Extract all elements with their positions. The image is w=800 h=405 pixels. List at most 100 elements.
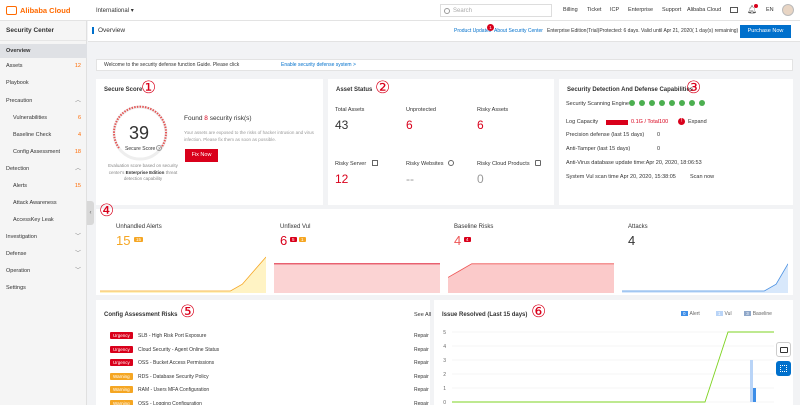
sidebar-item-settings[interactable]: Settings xyxy=(0,281,87,295)
risk-level-tag: Urgency xyxy=(110,359,133,366)
series-line-baseline xyxy=(452,331,774,403)
table-row: Urgency SLB - High Risk Port Exposure Repa… xyxy=(96,330,430,343)
help-icon[interactable]: ? xyxy=(156,145,162,151)
scan-now-link[interactable]: Scan now xyxy=(690,174,714,180)
main-content: Overview Product Updates 1 About Securit… xyxy=(88,21,800,405)
engine-search-icon[interactable] xyxy=(679,100,685,106)
sidebar-item-count: 6 xyxy=(77,115,81,121)
risk-name[interactable]: RAM - Users MFA Configuration xyxy=(138,387,209,393)
nav-icp[interactable]: ICP xyxy=(610,7,619,13)
engine-process-icon[interactable] xyxy=(629,100,635,106)
total-assets-label: Total Assets xyxy=(335,107,365,113)
nav-billing[interactable]: Billing xyxy=(563,7,578,13)
nav-ticket[interactable]: Ticket xyxy=(587,7,601,13)
alibaba-cloud-logo[interactable]: Alibaba Cloud xyxy=(6,6,70,15)
legend-item-baseline[interactable]: 3 Baseline xyxy=(744,311,772,317)
secure-score-value: 39 xyxy=(129,123,150,143)
table-row: Warning RAM - Users MFA Configuration Repa… xyxy=(96,384,430,397)
cloud-product-icon xyxy=(535,160,541,166)
purchase-now-button[interactable]: Purchase Now xyxy=(740,25,791,38)
sidebar-item-config-assessment[interactable]: Config Assessment 18 xyxy=(0,145,87,159)
risk-name[interactable]: SLB - High Risk Port Exposure xyxy=(138,333,206,339)
stat-unfixed-vul[interactable]: Unfixed Vul 6 5 1 xyxy=(270,209,444,295)
repair-link[interactable]: Repair xyxy=(414,347,429,353)
risk-name[interactable]: OSS - Logging Configuration xyxy=(138,401,202,405)
enable-defense-link[interactable]: Enable security defense system > xyxy=(281,62,356,68)
chat-button[interactable] xyxy=(776,342,791,357)
risky-server-value[interactable]: 12 xyxy=(335,172,348,186)
legend-item-vul[interactable]: 1 Vul xyxy=(716,311,732,317)
sidebar-item-baseline-check[interactable]: Baseline Check 4 xyxy=(0,128,87,142)
risky-assets-value[interactable]: 6 xyxy=(477,118,484,132)
sidebar-item-detection[interactable]: Detection ︿ xyxy=(0,162,87,176)
engine-host-icon[interactable] xyxy=(669,100,675,106)
stat-attacks[interactable]: Attacks 4 xyxy=(618,209,792,295)
y-tick-label: 3 xyxy=(443,358,446,364)
sidebar-item-alerts[interactable]: Alerts 15 xyxy=(0,179,87,193)
anti-tamper-label: Anti-Tamper (last 15 days) xyxy=(566,146,631,152)
unprotected-value[interactable]: 6 xyxy=(406,118,413,132)
sidebar-item-attack-awareness[interactable]: Attack Awareness xyxy=(0,196,87,210)
repair-link[interactable]: Repair xyxy=(414,374,429,380)
sidebar-item-label: Investigation xyxy=(6,234,37,240)
risk-name[interactable]: RDS - Database Security Policy xyxy=(138,374,209,380)
legend-item-alert[interactable]: 0 Alert xyxy=(681,311,700,317)
user-avatar[interactable] xyxy=(782,4,794,16)
stat-value: 4 xyxy=(454,233,462,248)
sidebar-item-operation[interactable]: Operation ﹀ xyxy=(0,264,87,278)
stat-sparkline xyxy=(274,263,440,293)
repair-link[interactable]: Repair xyxy=(414,401,429,405)
region-selector[interactable]: International ▾ xyxy=(96,7,134,14)
log-capacity-label: Log Capacity xyxy=(566,119,599,125)
legend-label: Vul xyxy=(724,311,732,317)
mail-icon[interactable] xyxy=(730,7,738,13)
log-capacity-bar xyxy=(606,120,628,125)
stat-sparkline xyxy=(100,256,266,293)
repair-link[interactable]: Repair xyxy=(414,387,429,393)
engine-web-icon[interactable] xyxy=(659,100,665,106)
bar-alert[interactable] xyxy=(753,388,756,402)
sidebar-item-defense[interactable]: Defense ﹀ xyxy=(0,247,87,261)
apps-button[interactable] xyxy=(776,361,791,376)
grid-icon xyxy=(780,365,787,372)
engine-file-icon[interactable] xyxy=(639,100,645,106)
stat-baseline-risks[interactable]: Baseline Risks 4 4 xyxy=(444,209,618,295)
search-box[interactable]: Search xyxy=(440,4,552,17)
region-label: International xyxy=(96,8,130,14)
sidebar-item-label: Defense xyxy=(6,251,27,257)
about-link[interactable]: About Security Center xyxy=(494,28,543,34)
sidebar-item-assets[interactable]: Assets 12 xyxy=(0,59,87,73)
stat-value: 6 xyxy=(280,233,288,248)
nav-alibaba-cloud[interactable]: Alibaba Cloud xyxy=(687,7,721,13)
sidebar-item-vulnerabilities[interactable]: Vulnerabilities 6 xyxy=(0,111,87,125)
logo-mark-icon xyxy=(6,6,17,15)
see-all-link[interactable]: See All xyxy=(414,312,431,318)
fix-now-button[interactable]: Fix Now xyxy=(185,149,218,162)
engine-check-icon[interactable] xyxy=(689,100,695,106)
risk-name[interactable]: OSS - Bucket Access Permissions xyxy=(138,360,214,366)
engine-virus-icon[interactable] xyxy=(699,100,705,106)
nav-enterprise[interactable]: Enterprise xyxy=(628,7,653,13)
stat-badge: 5 xyxy=(290,237,297,242)
sidebar-item-accesskey-leak[interactable]: AccessKey Leak xyxy=(0,213,87,227)
stat-unhandled-alerts[interactable]: Unhandled Alerts 15 15 xyxy=(96,209,270,295)
risk-name[interactable]: Cloud Security - Agent Online Status xyxy=(138,347,219,353)
engine-network-icon[interactable] xyxy=(649,100,655,106)
sidebar-item-investigation[interactable]: Investigation ﹀ xyxy=(0,230,87,244)
found-risks: Found 8 security risk(s) xyxy=(184,115,252,122)
repair-link[interactable]: Repair xyxy=(414,333,429,339)
bar-vul[interactable] xyxy=(750,360,753,402)
sidebar-item-overview[interactable]: Overview xyxy=(0,44,87,58)
y-tick-label: 2 xyxy=(443,372,446,378)
language-switch[interactable]: EN xyxy=(766,7,774,13)
total-assets-value[interactable]: 43 xyxy=(335,118,348,132)
sidebar-item-playbook[interactable]: Playbook xyxy=(0,76,87,90)
stat-title: Baseline Risks xyxy=(454,224,494,230)
stat-badge: 15 xyxy=(134,237,144,242)
product-updates-link[interactable]: Product Updates xyxy=(454,28,491,34)
nav-support[interactable]: Support xyxy=(662,7,681,13)
repair-link[interactable]: Repair xyxy=(414,360,429,366)
sidebar-item-label: Precaution xyxy=(6,98,33,104)
sidebar-item-precaution[interactable]: Precaution ︿ xyxy=(0,94,87,108)
expand-link[interactable]: Expand xyxy=(688,119,707,125)
